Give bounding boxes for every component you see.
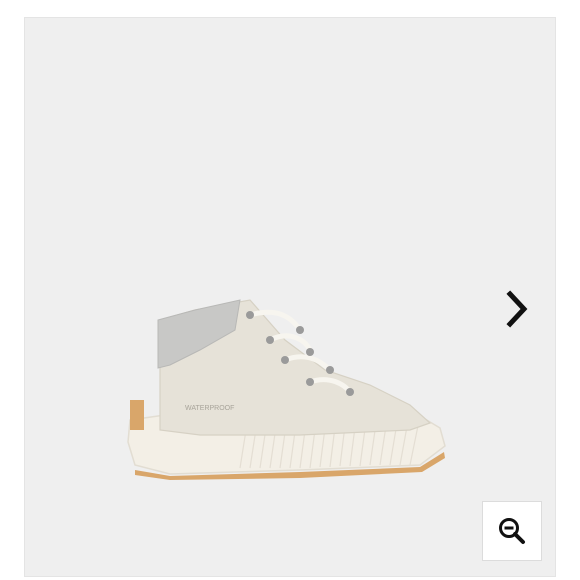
- next-image-button[interactable]: [495, 284, 539, 334]
- chevron-right-icon: [506, 290, 528, 328]
- zoom-out-icon: [499, 518, 525, 544]
- zoom-out-button[interactable]: [482, 501, 542, 561]
- waterproof-label: WATERPROOF: [185, 405, 234, 412]
- heel-tab: [130, 400, 144, 430]
- product-image: WATERPROOF: [127, 299, 446, 480]
